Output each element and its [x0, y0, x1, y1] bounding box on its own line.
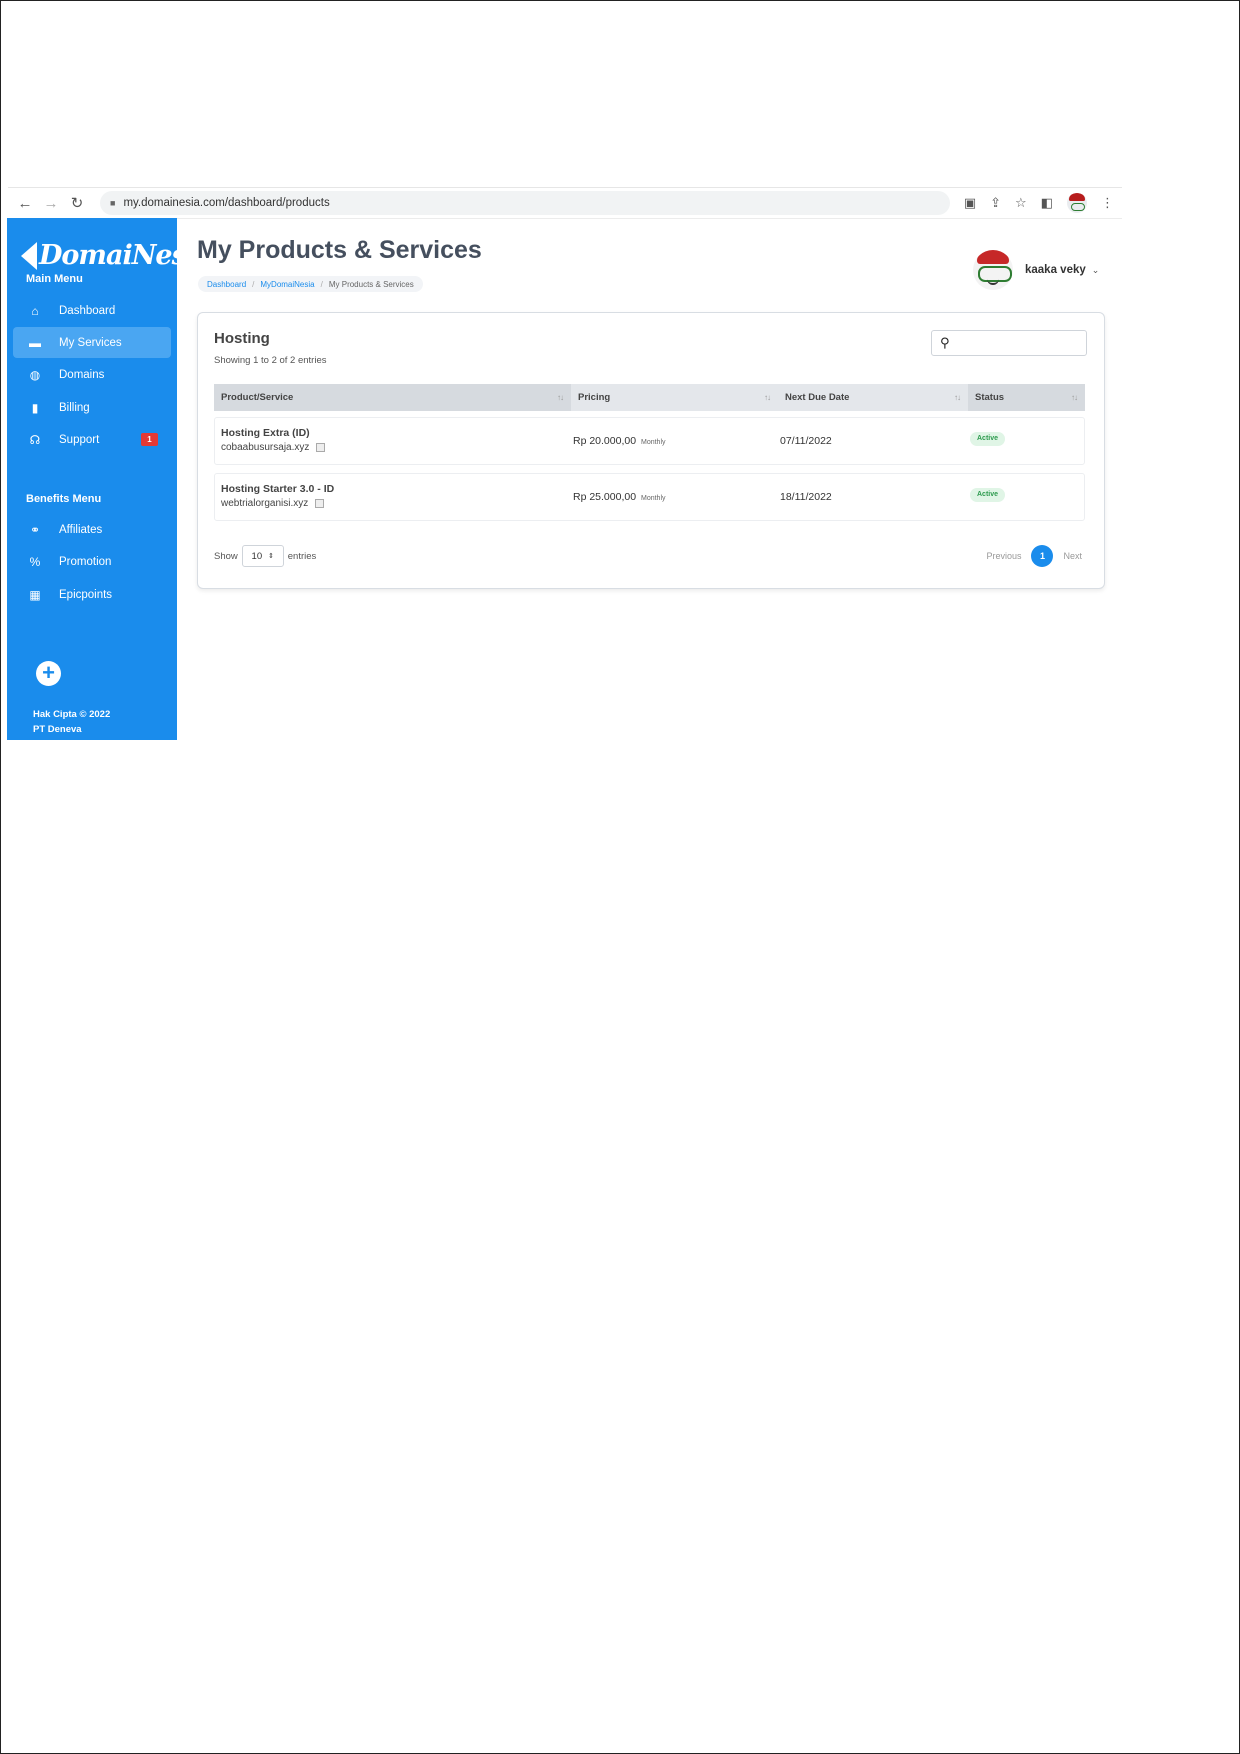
- sidebar-item-promotion[interactable]: % Promotion: [13, 546, 171, 577]
- avatar[interactable]: [973, 250, 1013, 290]
- browser-profile-avatar[interactable]: [1067, 193, 1087, 213]
- sidebar-item-domains[interactable]: ◍ Domains: [13, 359, 171, 390]
- sidebar-item-dashboard[interactable]: ⌂ Dashboard: [13, 295, 171, 326]
- sidebar-item-epicpoints[interactable]: ▦ Epicpoints: [13, 579, 171, 610]
- sidebar-item-my-services[interactable]: ▬ My Services: [13, 327, 171, 358]
- next-due-date: 07/11/2022: [780, 435, 832, 447]
- card-title: Hosting: [214, 330, 270, 347]
- sidebar-item-affiliates[interactable]: ⚭ Affiliates: [13, 514, 171, 545]
- handshake-icon: ⚭: [29, 522, 41, 537]
- breadcrumb: Dashboard / MyDomaiNesia / My Products &…: [198, 276, 423, 292]
- chevron-down-icon[interactable]: ⌄: [1092, 265, 1100, 276]
- share-icon[interactable]: ⇪: [990, 195, 1001, 211]
- logo-mark-icon: [21, 241, 37, 270]
- domainesia-logo[interactable]: DomaiNesia: [21, 240, 213, 271]
- main-menu-title: Main Menu: [26, 273, 83, 285]
- sort-icon[interactable]: ↑↓: [557, 393, 564, 402]
- table-row[interactable]: Hosting Extra (ID) cobaabusursaja.xyz Rp…: [214, 417, 1085, 465]
- entries-select[interactable]: 10 ⇕: [241, 545, 284, 567]
- home-icon: ⌂: [31, 303, 39, 318]
- sort-icon[interactable]: ↑↓: [954, 393, 961, 402]
- table-header: Product/Service ↑↓ Pricing ↑↓ Next Due D…: [214, 384, 1085, 411]
- select-arrows-icon: ⇕: [268, 553, 274, 560]
- support-notification-badge: 1: [141, 433, 158, 446]
- forward-icon[interactable]: →: [40, 195, 62, 212]
- previous-page-button[interactable]: Previous: [986, 551, 1021, 561]
- billing-cycle: Monthly: [640, 439, 666, 446]
- column-header-status[interactable]: Status ↑↓: [968, 384, 1085, 411]
- address-bar[interactable]: ■ my.domainesia.com/dashboard/products: [100, 191, 950, 215]
- add-service-button[interactable]: +: [36, 661, 61, 686]
- status-badge: Active: [970, 488, 1006, 502]
- column-header-next-due-date[interactable]: Next Due Date ↑↓: [778, 384, 968, 411]
- product-name[interactable]: Hosting Extra (ID): [221, 427, 310, 439]
- search-field[interactable]: ⚲: [931, 330, 1087, 356]
- kebab-menu-icon[interactable]: ⋮: [1101, 195, 1114, 211]
- back-icon[interactable]: ←: [14, 195, 36, 212]
- translate-icon[interactable]: ▣: [964, 195, 976, 211]
- url-text: my.domainesia.com/dashboard/products: [123, 197, 330, 209]
- product-domain: webtrialorganisi.xyz: [221, 498, 325, 509]
- search-icon: ⚲: [940, 335, 950, 350]
- server-icon: ▬: [29, 335, 41, 350]
- user-menu[interactable]: kaaka veky ⌄: [973, 250, 1099, 290]
- next-due-date: 18/11/2022: [780, 491, 832, 503]
- table-row[interactable]: Hosting Starter 3.0 - ID webtrialorganis…: [214, 473, 1085, 521]
- percent-icon: %: [29, 554, 41, 569]
- column-header-product[interactable]: Product/Service ↑↓: [214, 384, 571, 411]
- copy-icon[interactable]: [315, 499, 325, 508]
- browser-toolbar: ← → ↻ ■ my.domainesia.com/dashboard/prod…: [8, 187, 1122, 219]
- search-input[interactable]: [953, 336, 1068, 350]
- star-icon[interactable]: ☆: [1015, 195, 1027, 211]
- price: Rp 25.000,00 Monthly: [573, 491, 666, 503]
- hosting-card: Hosting Showing 1 to 2 of 2 entries ⚲ Pr…: [197, 312, 1105, 589]
- headset-icon: ☊: [29, 432, 41, 447]
- price: Rp 20.000,00 Monthly: [573, 435, 666, 447]
- breadcrumb-dashboard[interactable]: Dashboard: [207, 280, 246, 289]
- pagination: Previous 1 Next: [986, 545, 1082, 567]
- product-name[interactable]: Hosting Starter 3.0 - ID: [221, 483, 334, 495]
- reload-icon[interactable]: ↻: [66, 194, 88, 212]
- page-button-1[interactable]: 1: [1031, 545, 1054, 567]
- page-title: My Products & Services: [197, 236, 482, 264]
- sidebar-item-billing[interactable]: ▮ Billing: [13, 392, 171, 423]
- benefits-menu-title: Benefits Menu: [26, 493, 102, 505]
- entries-info: Showing 1 to 2 of 2 entries: [214, 355, 327, 366]
- breadcrumb-current: My Products & Services: [328, 279, 414, 289]
- side-panel-icon[interactable]: ◧: [1041, 195, 1053, 211]
- product-domain: cobaabusursaja.xyz: [221, 442, 326, 453]
- sidebar: DomaiNesia Main Menu ⌂ Dashboard ▬ My Se…: [7, 218, 213, 740]
- column-header-pricing[interactable]: Pricing ↑↓: [571, 384, 778, 411]
- sidebar-item-support[interactable]: ☊ Support 1: [13, 424, 171, 455]
- breadcrumb-mydomainesia[interactable]: MyDomaiNesia: [260, 280, 314, 289]
- user-name[interactable]: kaaka veky: [1025, 264, 1086, 276]
- billing-cycle: Monthly: [640, 495, 666, 502]
- copy-icon[interactable]: [316, 443, 326, 452]
- copyright: Hak Cipta © 2022 PT Deneva: [33, 709, 111, 735]
- status-badge: Active: [970, 432, 1006, 446]
- globe-icon: ◍: [29, 367, 41, 382]
- sort-icon[interactable]: ↑↓: [764, 393, 771, 402]
- lock-icon: ■: [110, 198, 116, 208]
- sort-icon[interactable]: ↑↓: [1071, 393, 1078, 402]
- show-entries: Show 10 ⇕ entries: [214, 545, 316, 567]
- next-page-button[interactable]: Next: [1063, 551, 1082, 561]
- gift-icon: ▦: [29, 587, 41, 602]
- invoice-icon: ▮: [31, 400, 39, 415]
